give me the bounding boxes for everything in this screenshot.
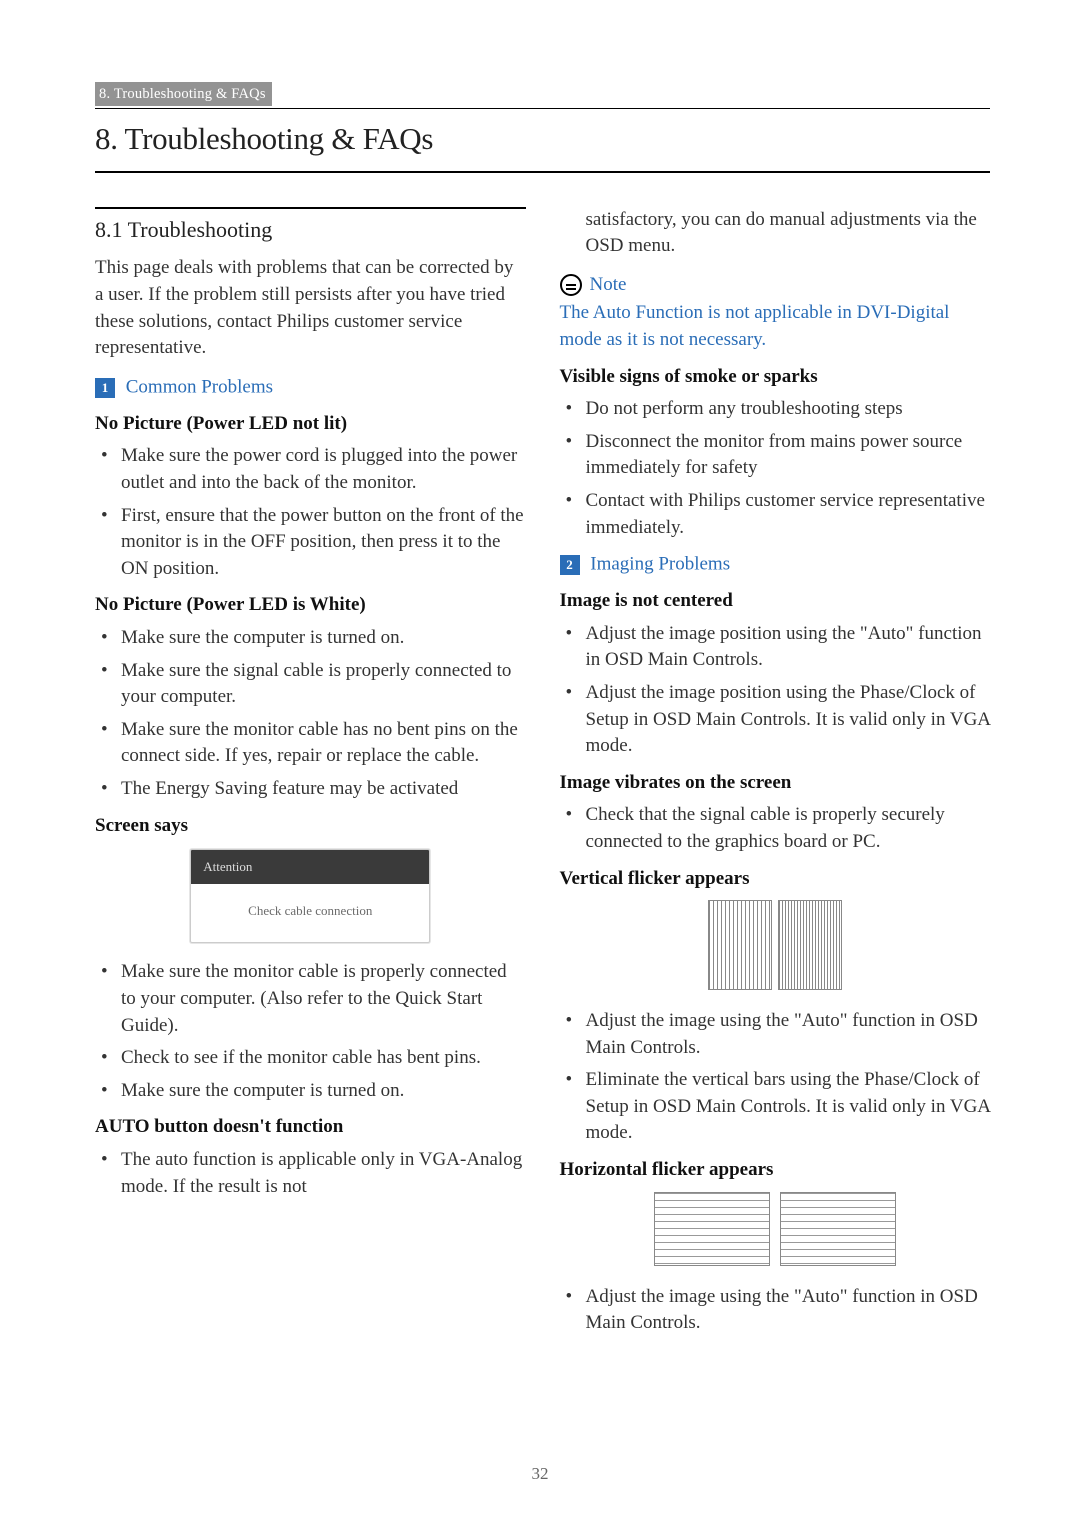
list-item: Adjust the image position using the Phas… [560, 680, 991, 760]
sub-heading: AUTO button doesn't function [95, 1114, 526, 1141]
list-item: Disconnect the monitor from mains power … [560, 429, 991, 482]
sub-heading: Vertical flicker appears [560, 866, 991, 893]
sub-heading: Image is not centered [560, 588, 991, 615]
list-item: Make sure the computer is turned on. [95, 1078, 526, 1105]
list-item: Adjust the image position using the "Aut… [560, 621, 991, 674]
breadcrumb: 8. Troubleshooting & FAQs [95, 82, 272, 106]
bullet-list: The auto function is applicable only in … [95, 1147, 526, 1200]
bullet-list: Adjust the image using the "Auto" functi… [560, 1008, 991, 1147]
note-icon [560, 274, 582, 296]
list-item: The Energy Saving feature may be activat… [95, 776, 526, 803]
sub-heading: Visible signs of smoke or sparks [560, 364, 991, 391]
bullet-list: Adjust the image position using the "Aut… [560, 621, 991, 760]
imaging-problems-row: 2 Imaging Problems [560, 551, 991, 578]
bullet-list: Make sure the power cord is plugged into… [95, 443, 526, 582]
flicker-screen-icon [708, 900, 772, 990]
page-number: 32 [0, 1462, 1080, 1486]
note-label: Note [590, 272, 627, 299]
continuation-text: satisfactory, you can do manual adjustme… [560, 207, 991, 260]
right-column: satisfactory, you can do manual adjustme… [560, 207, 991, 1345]
list-item: Check that the signal cable is properly … [560, 802, 991, 855]
imaging-problems-label: Imaging Problems [590, 554, 730, 575]
sub-heading: Horizontal flicker appears [560, 1157, 991, 1184]
section-title: 8.1 Troubleshooting [95, 215, 526, 246]
vertical-flicker-figure [700, 900, 850, 996]
list-item: Make sure the monitor cable is properly … [95, 959, 526, 1039]
common-problems-row: 1 Common Problems [95, 374, 526, 401]
badge-1-icon: 1 [95, 378, 115, 398]
list-item: First, ensure that the power button on t… [95, 503, 526, 583]
breadcrumb-underline [95, 108, 990, 109]
sub-heading: Screen says [95, 813, 526, 840]
bullet-list: Do not perform any troubleshooting steps… [560, 396, 991, 541]
horizontal-flicker-figure [645, 1192, 905, 1272]
attention-body: Check cable connection [191, 884, 429, 942]
bullet-list: Make sure the computer is turned on. Mak… [95, 625, 526, 803]
left-column: 8.1 Troubleshooting This page deals with… [95, 207, 526, 1345]
attention-dialog: Attention Check cable connection [190, 849, 430, 943]
breadcrumb-wrap: 8. Troubleshooting & FAQs [95, 80, 990, 108]
flicker-screen-icon [778, 900, 842, 990]
flicker-screen-icon [654, 1192, 770, 1266]
list-item: Adjust the image using the "Auto" functi… [560, 1284, 991, 1337]
list-item: Contact with Philips customer service re… [560, 488, 991, 541]
list-item: Eliminate the vertical bars using the Ph… [560, 1067, 991, 1147]
list-item: Adjust the image using the "Auto" functi… [560, 1008, 991, 1061]
attention-title: Attention [191, 850, 429, 884]
sub-heading: Image vibrates on the screen [560, 770, 991, 797]
badge-2-icon: 2 [560, 555, 580, 575]
page-root: 8. Troubleshooting & FAQs 8. Troubleshoo… [0, 0, 1080, 1385]
list-item: Make sure the power cord is plugged into… [95, 443, 526, 496]
sub-heading: No Picture (Power LED not lit) [95, 411, 526, 438]
section-rule [95, 207, 526, 209]
list-item: Make sure the computer is turned on. [95, 625, 526, 652]
list-item: The auto function is applicable only in … [95, 1147, 526, 1200]
list-item: Make sure the monitor cable has no bent … [95, 717, 526, 770]
bullet-list: Adjust the image using the "Auto" functi… [560, 1284, 991, 1337]
chapter-title: 8. Troubleshooting & FAQs [95, 113, 990, 172]
sub-heading: No Picture (Power LED is White) [95, 592, 526, 619]
note-text: The Auto Function is not applicable in D… [560, 300, 991, 353]
intro-paragraph: This page deals with problems that can b… [95, 255, 526, 361]
bullet-list: Make sure the monitor cable is properly … [95, 959, 526, 1104]
flicker-screen-icon [780, 1192, 896, 1266]
list-item: Check to see if the monitor cable has be… [95, 1045, 526, 1072]
bullet-list: Check that the signal cable is properly … [560, 802, 991, 855]
list-item: Do not perform any troubleshooting steps [560, 396, 991, 423]
list-item: Make sure the signal cable is properly c… [95, 658, 526, 711]
common-problems-label: Common Problems [126, 376, 273, 397]
two-column-layout: 8.1 Troubleshooting This page deals with… [95, 207, 990, 1345]
note-row: Note [560, 272, 991, 299]
